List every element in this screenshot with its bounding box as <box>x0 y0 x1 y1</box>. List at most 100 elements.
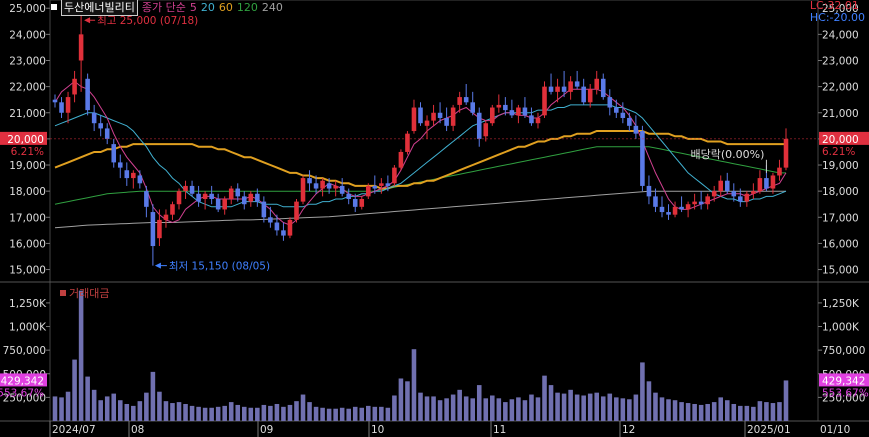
volume-bar <box>241 406 247 421</box>
volume-bar <box>131 405 136 421</box>
candle-body <box>698 201 704 205</box>
stock-name[interactable]: 두산에너빌리티 <box>61 0 138 16</box>
candle-body <box>333 185 338 189</box>
price-tick-label-left: 19,000 <box>9 160 46 172</box>
legend-ma20[interactable]: 20 <box>201 1 215 14</box>
current-change-left: 6.21% <box>11 146 44 158</box>
current-ratio-right: 553.67% <box>822 387 869 399</box>
candle-body <box>587 89 593 103</box>
price-tick-label-left: 15,000 <box>9 265 46 277</box>
volume-tick-label-left: 1,000K <box>9 322 47 334</box>
volume-bar <box>85 376 90 421</box>
volume-marker-icon <box>60 290 66 296</box>
candle-body <box>470 102 475 113</box>
volume-bar <box>770 403 776 421</box>
volume-bar <box>287 404 293 421</box>
volume-bar <box>561 393 567 421</box>
volume-bar <box>339 407 345 421</box>
volume-bar <box>411 349 417 421</box>
current-volume-left: 429,342 <box>1 375 44 387</box>
candle-body <box>320 180 325 189</box>
candle-body <box>463 97 469 103</box>
volume-bar <box>144 392 149 421</box>
hc-value: HC:-20.00 <box>809 11 865 24</box>
volume-bar <box>594 392 600 421</box>
volume-bar <box>581 395 586 421</box>
candle-body <box>614 107 619 113</box>
legend-ma5[interactable]: 5 <box>190 1 197 14</box>
volume-bar <box>574 394 580 421</box>
volume-bar <box>587 393 593 421</box>
volume-bar <box>620 398 626 421</box>
volume-bar <box>724 400 730 421</box>
candle-body <box>405 133 410 152</box>
price-tick-label-left: 24,000 <box>9 29 46 41</box>
volume-bar <box>150 371 156 421</box>
candle-body <box>751 191 756 194</box>
volume-bar <box>261 404 267 421</box>
volume-bar <box>607 393 613 421</box>
candle-body <box>450 107 456 126</box>
volume-bar <box>294 401 299 421</box>
low-annotation: 최저 15,150 (08/05) <box>169 261 270 273</box>
volume-bar <box>215 406 221 421</box>
current-price-left: 20,000 <box>7 134 44 146</box>
candle-body <box>300 178 306 202</box>
candle-body <box>770 175 776 189</box>
candle-body <box>476 112 482 139</box>
candle-body <box>235 188 241 197</box>
volume-bar <box>490 395 495 421</box>
candle-body <box>418 107 423 124</box>
candle-body <box>379 183 384 186</box>
dividend-annotation: 배당락(0.00%) <box>691 148 765 161</box>
candle-body <box>738 196 743 202</box>
candle-body <box>392 167 397 184</box>
candle-body <box>581 86 586 103</box>
volume-bar <box>738 405 743 421</box>
volume-bar <box>444 398 449 421</box>
volume-bar <box>659 397 665 421</box>
candle-body <box>777 167 782 176</box>
legend-ma240[interactable]: 240 <box>262 1 283 14</box>
volume-title-text: 거래대금 <box>69 287 110 300</box>
volume-bar <box>783 380 789 421</box>
volume-bar <box>202 407 208 421</box>
candle-body <box>627 117 632 126</box>
annotations: 20,0006.21%20,0006.21%429,342553.67%429,… <box>0 15 869 399</box>
x-tick-label: 2024/07 <box>52 424 96 436</box>
price-tick-label-right: 24,000 <box>822 29 859 41</box>
chart-grid <box>0 0 869 422</box>
candle-body <box>490 107 495 124</box>
candle-body <box>202 193 208 199</box>
legend-ma120[interactable]: 120 <box>237 1 258 14</box>
candle-body <box>176 191 182 205</box>
ma60-line <box>54 130 786 190</box>
volume-bar <box>718 397 724 421</box>
candle-body <box>744 193 750 202</box>
volume-bar <box>503 402 508 421</box>
volume-bar <box>157 391 162 421</box>
lc-hc-box: LC:32.01 HC:-20.00 <box>810 0 865 24</box>
volume-bar <box>679 402 684 421</box>
volume-bar <box>548 385 554 421</box>
candle-body <box>574 81 580 87</box>
candle-body <box>268 217 273 223</box>
volume-bar <box>640 362 645 421</box>
volume-bar <box>646 381 652 421</box>
price-tick-label-left: 23,000 <box>9 55 46 67</box>
volume-tick-label-left: 750,000 <box>3 345 46 357</box>
volume-bar <box>170 403 175 421</box>
x-tick-label: 10 <box>371 424 384 436</box>
candle-body <box>509 110 515 116</box>
candle-body <box>72 78 77 95</box>
candle-body <box>339 185 345 194</box>
x-tick-label: 01/10 <box>820 424 850 436</box>
x-tick-label: 11 <box>493 424 506 436</box>
price-tick-label-right: 19,000 <box>822 160 859 172</box>
legend-ma60[interactable]: 60 <box>219 1 233 14</box>
candle-body <box>568 81 573 92</box>
volume-bar <box>346 408 351 421</box>
candle-body <box>535 117 541 124</box>
stock-chart[interactable]: 25,000 25,00024,000 24,00023,000 23,00022,0… <box>0 0 869 437</box>
volume-bar <box>424 396 430 421</box>
